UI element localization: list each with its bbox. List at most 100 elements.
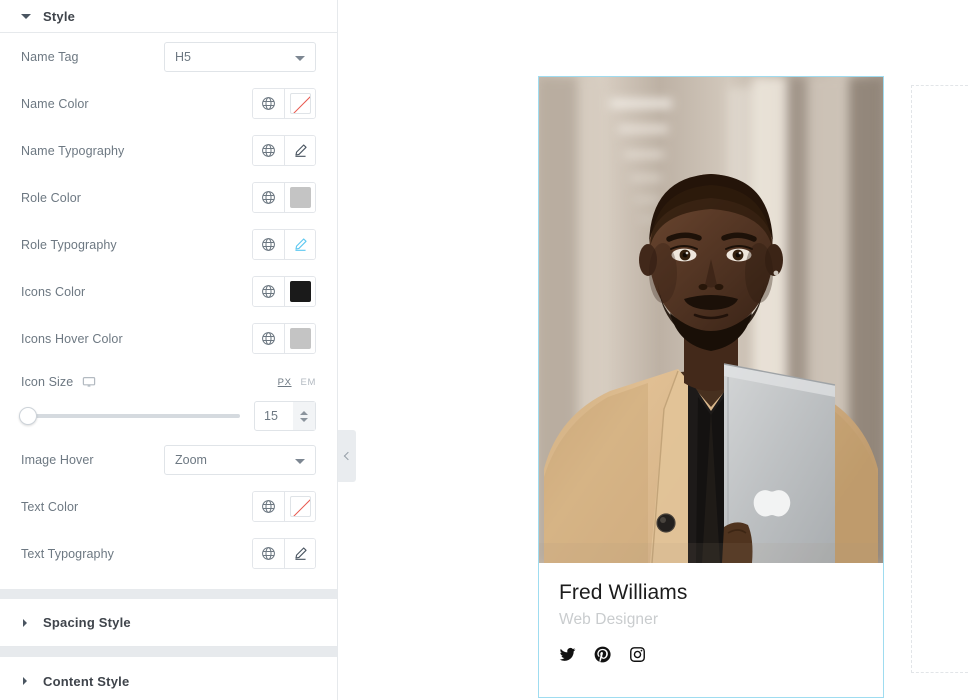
row-text-color: Text Color: [21, 483, 316, 530]
team-member-card[interactable]: Fred Williams Web Designer: [538, 76, 884, 698]
instagram-icon[interactable]: [629, 646, 646, 663]
role-color-swatch[interactable]: [284, 183, 315, 212]
color-swatch-icon: [289, 281, 311, 302]
section-title-style: Style: [43, 8, 76, 24]
apple-logo-icon: [753, 490, 791, 517]
no-color-swatch-icon: [289, 496, 311, 517]
row-role-typography: Role Typography: [21, 221, 316, 268]
section-header-content-style[interactable]: Content Style: [0, 657, 337, 700]
no-color-swatch-icon: [289, 93, 311, 114]
section-title-spacing-style: Spacing Style: [43, 615, 131, 630]
member-name: Fred Williams: [559, 581, 688, 604]
text-typography-controls: [252, 538, 316, 569]
label-image-hover: Image Hover: [21, 452, 94, 467]
icon-size-text: Icon Size: [21, 375, 74, 389]
name-color-swatch[interactable]: [284, 89, 315, 118]
section-header-style[interactable]: Style: [0, 0, 337, 33]
row-icons-color: Icons Color: [21, 268, 316, 315]
name-color-controls: [252, 88, 316, 119]
globe-icon[interactable]: [253, 89, 284, 118]
name-tag-value: H5: [175, 49, 191, 64]
stepper-up-icon[interactable]: [300, 410, 308, 415]
style-settings-sidebar: Style Name Tag H5 Name Color Name Typogr…: [0, 0, 338, 700]
pencil-icon: [294, 238, 307, 251]
icon-size-units: PX EM: [278, 377, 316, 388]
label-role-typography: Role Typography: [21, 237, 117, 252]
pencil-icon: [294, 547, 307, 560]
row-icons-hover-color: Icons Hover Color: [21, 315, 316, 362]
row-name-color: Name Color: [21, 80, 316, 127]
globe-icon[interactable]: [253, 230, 284, 259]
member-photo[interactable]: [539, 77, 883, 563]
member-info: Fred Williams Web Designer: [539, 563, 883, 664]
icons-color-swatch[interactable]: [284, 277, 315, 306]
chevron-down-icon: [295, 55, 305, 61]
label-text-color: Text Color: [21, 499, 79, 514]
color-swatch-icon: [289, 187, 311, 208]
icon-size-number-input[interactable]: 15: [254, 401, 316, 431]
globe-icon[interactable]: [253, 183, 284, 212]
slider-handle[interactable]: [19, 407, 37, 425]
sidebar-collapse-handle[interactable]: [338, 430, 356, 482]
text-typography-edit-button[interactable]: [284, 539, 315, 568]
label-icons-color: Icons Color: [21, 284, 86, 299]
chevron-down-icon: [295, 458, 305, 464]
name-typography-edit-button[interactable]: [284, 136, 315, 165]
unit-em[interactable]: EM: [301, 377, 316, 388]
globe-icon[interactable]: [253, 539, 284, 568]
image-hover-value: Zoom: [175, 452, 207, 467]
role-color-controls: [252, 182, 316, 213]
role-typography-controls: [252, 229, 316, 260]
caret-right-icon: [21, 676, 31, 686]
name-tag-select[interactable]: H5: [164, 41, 316, 72]
quantity-stepper[interactable]: [293, 402, 315, 430]
label-icon-size: Icon Size: [21, 375, 96, 389]
row-image-hover: Image Hover Zoom: [21, 436, 316, 483]
globe-icon[interactable]: [253, 136, 284, 165]
pencil-icon: [294, 144, 307, 157]
portrait-photo: [539, 77, 883, 563]
section-title-content-style: Content Style: [43, 673, 130, 689]
globe-icon[interactable]: [253, 277, 284, 306]
text-color-controls: [252, 491, 316, 522]
globe-icon[interactable]: [253, 492, 284, 521]
label-icons-hover-color: Icons Hover Color: [21, 331, 123, 346]
section-header-spacing-style[interactable]: Spacing Style: [0, 599, 337, 647]
caret-down-icon: [21, 11, 31, 21]
style-panel-body: Name Tag H5 Name Color Name Typography R…: [0, 33, 337, 589]
icon-size-slider[interactable]: [19, 407, 240, 425]
desktop-icon[interactable]: [82, 375, 96, 389]
label-text-typography: Text Typography: [21, 546, 114, 561]
member-role: Web Designer: [559, 611, 659, 629]
role-typography-edit-button[interactable]: [284, 230, 315, 259]
icons-hover-color-swatch[interactable]: [284, 324, 315, 353]
image-hover-select[interactable]: Zoom: [164, 444, 316, 475]
social-links: [559, 646, 863, 663]
stepper-down-icon[interactable]: [300, 417, 308, 422]
icon-size-value: 15: [264, 409, 278, 423]
color-swatch-icon: [289, 328, 311, 349]
row-name-typography: Name Typography: [21, 127, 316, 174]
section-divider: [0, 589, 337, 599]
twitter-icon[interactable]: [559, 646, 576, 663]
caret-right-icon: [21, 618, 31, 628]
row-name-tag: Name Tag H5: [21, 33, 316, 80]
icons-color-controls: [252, 276, 316, 307]
pinterest-icon[interactable]: [594, 646, 611, 663]
label-name-color: Name Color: [21, 96, 89, 111]
unit-px[interactable]: PX: [278, 377, 292, 388]
icons-hover-color-controls: [252, 323, 316, 354]
label-name-typography: Name Typography: [21, 143, 125, 158]
editor-canvas: Fred Williams Web Designer: [338, 0, 969, 700]
elementor-editor: Style Name Tag H5 Name Color Name Typogr…: [0, 0, 969, 700]
row-text-typography: Text Typography: [21, 530, 316, 577]
chevron-left-icon: [343, 451, 353, 461]
label-role-color: Role Color: [21, 190, 82, 205]
globe-icon[interactable]: [253, 324, 284, 353]
icon-size-slider-row: 15: [19, 396, 316, 436]
empty-column-placeholder[interactable]: [911, 85, 969, 673]
text-color-swatch[interactable]: [284, 492, 315, 521]
section-divider: [0, 647, 337, 657]
name-typography-controls: [252, 135, 316, 166]
label-name-tag: Name Tag: [21, 49, 79, 64]
